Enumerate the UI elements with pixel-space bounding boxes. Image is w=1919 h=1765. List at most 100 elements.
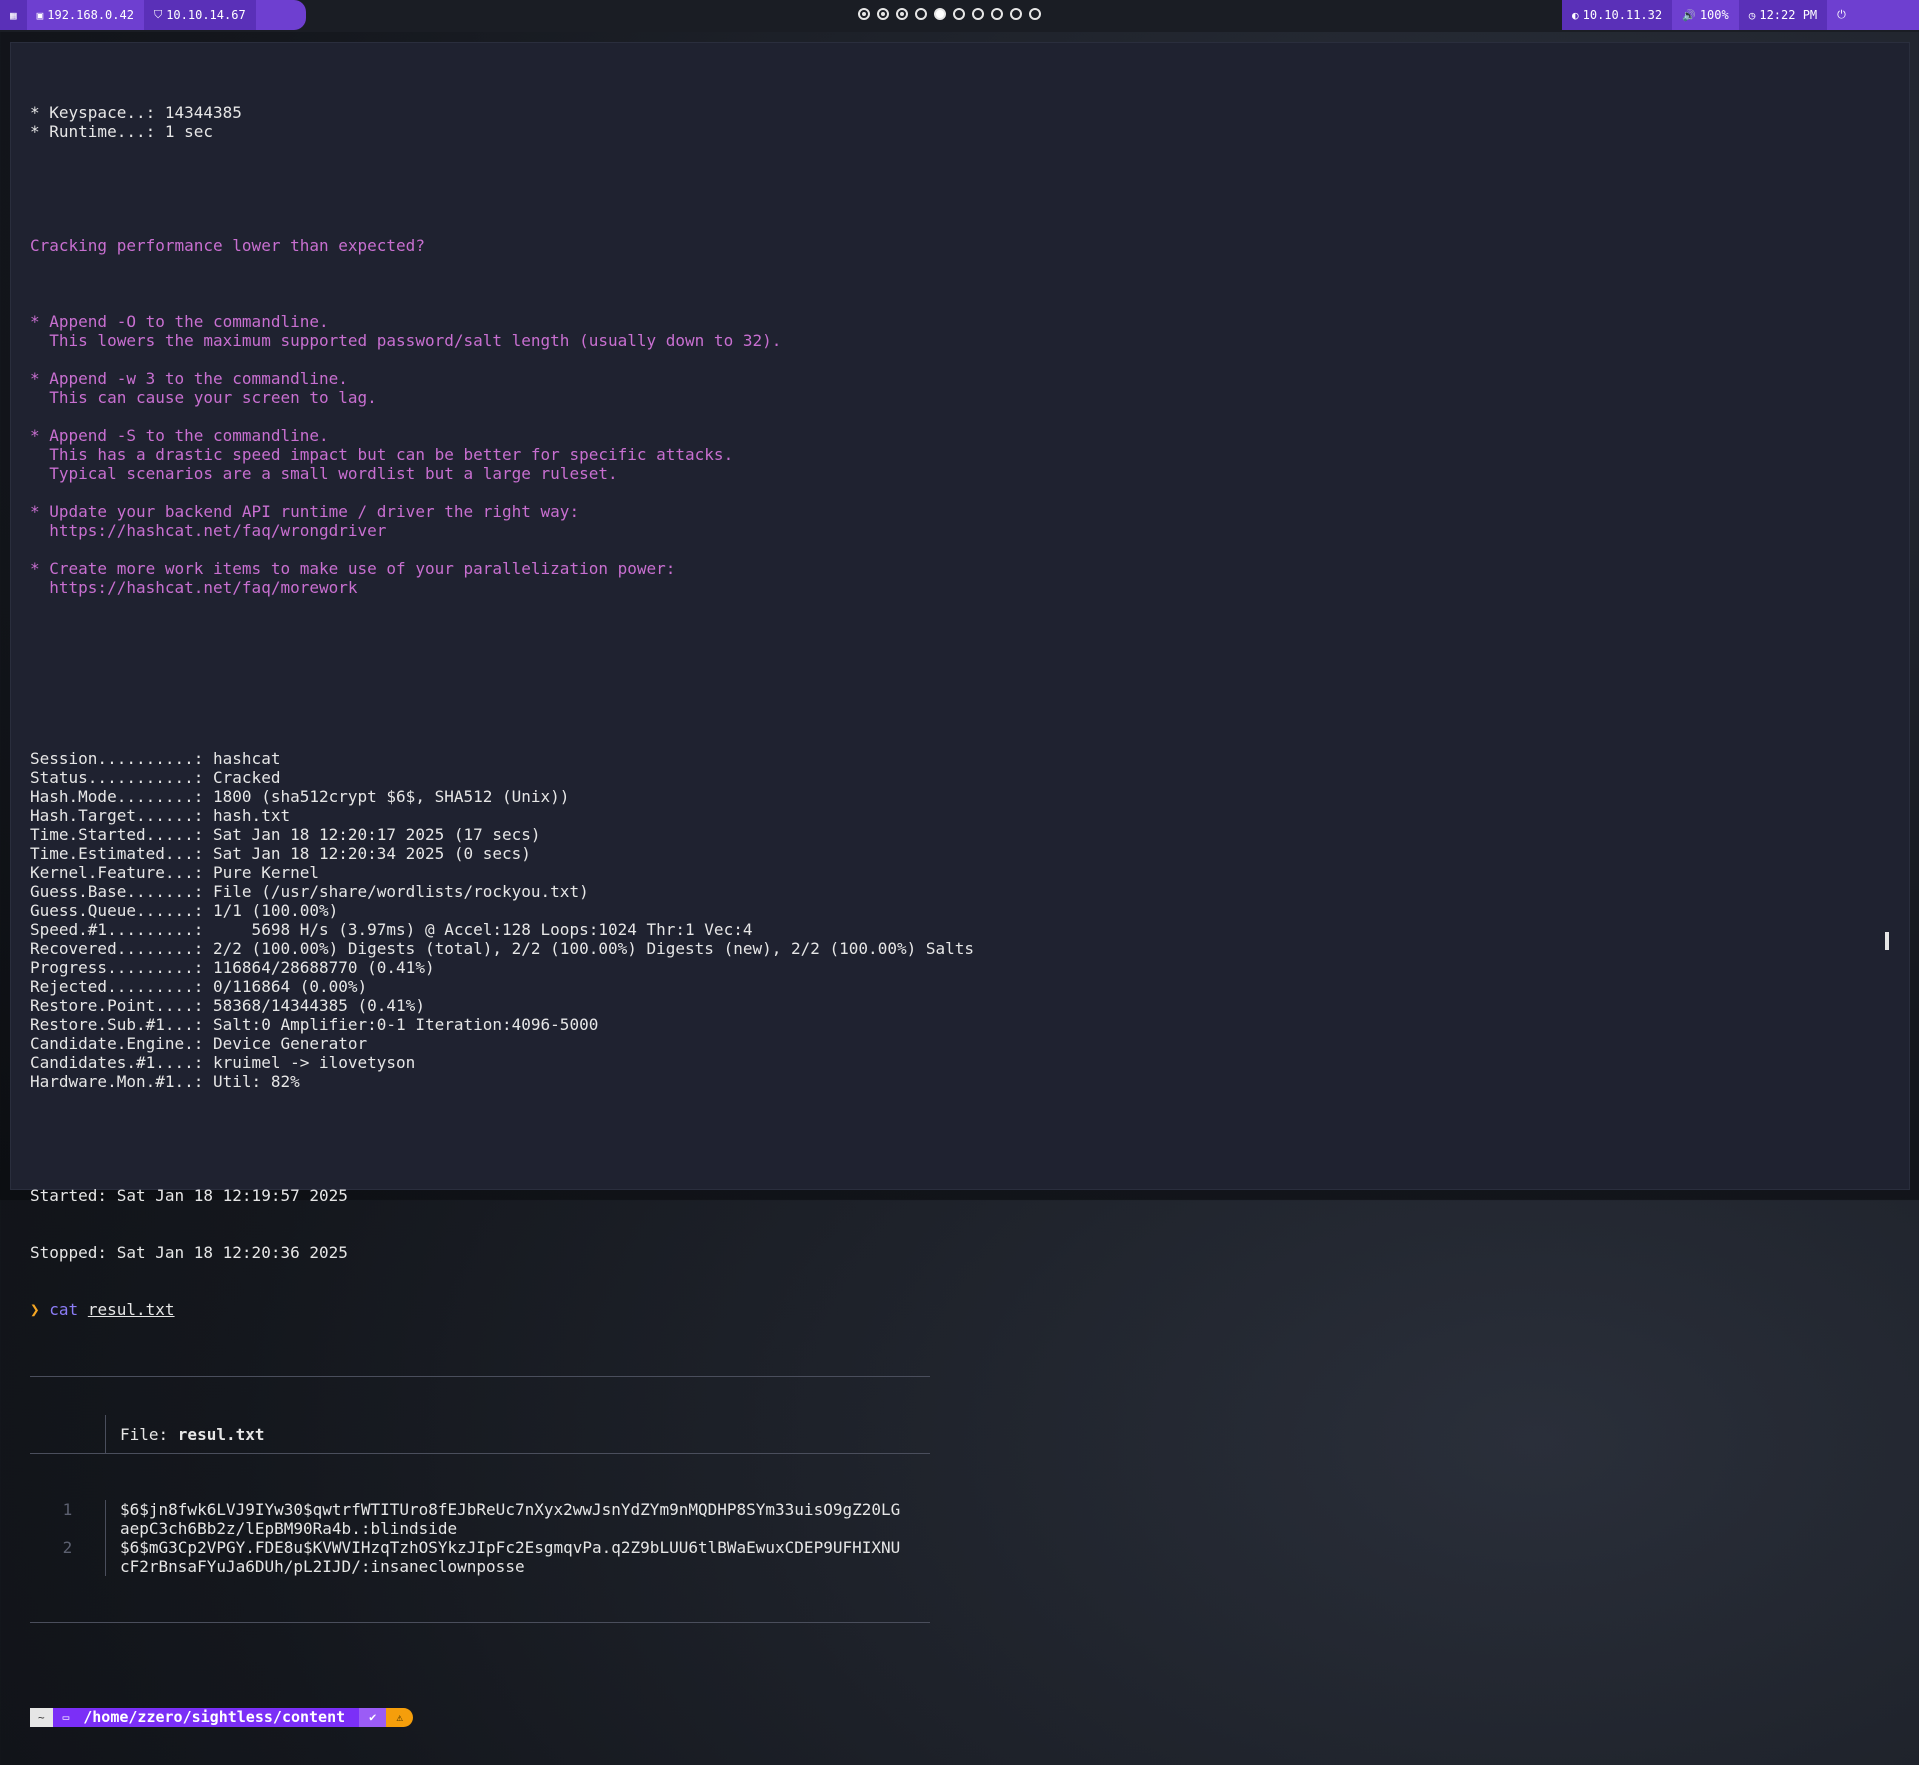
perf-warning-title: Cracking performance lower than expected…	[30, 236, 425, 255]
line-number	[30, 1557, 105, 1576]
workspace-dot-3[interactable]	[896, 8, 908, 20]
perf-tip-line: * Update your backend API runtime / driv…	[30, 502, 580, 521]
folder-icon: ▭	[62, 1711, 70, 1724]
status-line: Status...........: Cracked	[30, 768, 281, 787]
perf-tip-line: This can cause your screen to lag.	[30, 388, 377, 407]
bat-file-view: File: resul.txt 12 $6$jn8fwk6LVJ9IYw30$q…	[30, 1376, 930, 1623]
workspace-dot-2[interactable]	[877, 8, 889, 20]
file-label: File:	[120, 1424, 178, 1444]
vpn-ip-widget[interactable]: ⛉ 10.10.14.67	[143, 0, 256, 30]
status-line: Restore.Sub.#1...: Salt:0 Amplifier:0-1 …	[30, 1015, 599, 1034]
workspace-switcher	[858, 8, 1041, 20]
file-line: aepC3ch6Bb2z/lEpBM90Ra4b.:blindside	[120, 1519, 458, 1538]
hashcat-header-line: * Runtime...: 1 sec	[30, 122, 214, 141]
perf-tip-line: https://hashcat.net/faq/morework	[30, 578, 358, 597]
bat-gutter	[30, 1415, 106, 1453]
status-line: Rejected.........: 0/116864 (0.00%)	[30, 977, 368, 996]
speaker-icon: 🔊	[1682, 8, 1696, 22]
status-line: Candidates.#1....: kruimel -> ilovetyson	[30, 1053, 416, 1072]
top-bar: ▦ ▣ 192.168.0.42 ⛉ 10.10.14.67 ◐ 10.10.1…	[0, 0, 1919, 32]
clock-widget[interactable]: ◷ 12:22 PM	[1738, 0, 1828, 30]
terminal-output: * Keyspace..: 14344385 * Runtime...: 1 se…	[30, 65, 1890, 1765]
workspace-dot-9[interactable]	[1010, 8, 1022, 20]
command-arg: resul.txt	[87, 1300, 175, 1319]
local-ip-widget[interactable]: ▣ 192.168.0.42	[27, 0, 144, 30]
vpn-ip: 10.10.14.67	[166, 8, 246, 22]
file-line: $6$jn8fwk6LVJ9IYw30$qwtrfWTITUro8fEJbReU…	[120, 1500, 901, 1519]
local-ip: 192.168.0.42	[47, 8, 134, 22]
target-icon: ◐	[1572, 8, 1579, 22]
status-line: Candidate.Engine.: Device Generator	[30, 1034, 368, 1053]
command-line: ❯ cat resul.txt	[30, 1300, 1890, 1319]
prompt-home-segment: ~	[30, 1708, 53, 1727]
status-line: Recovered........: 2/2 (100.00%) Digests…	[30, 939, 975, 958]
line-number: 1	[62, 1500, 73, 1519]
perf-tip-line: This has a drastic speed impact but can …	[30, 445, 734, 464]
status-pill-left: ▦ ▣ 192.168.0.42 ⛉ 10.10.14.67	[0, 0, 306, 30]
file-name: resul.txt	[177, 1424, 265, 1444]
menu-button[interactable]: ▦	[0, 0, 27, 30]
line-number: 2	[62, 1538, 73, 1557]
line-numbers: 12	[30, 1500, 106, 1576]
prompt-arrow: ❯	[30, 1300, 40, 1319]
status-pill-right: ◐ 10.10.11.32 🔊 100% ◷ 12:22 PM ⏻	[1562, 0, 1919, 30]
terminal-window[interactable]: * Keyspace..: 14344385 * Runtime...: 1 se…	[10, 42, 1910, 1727]
clock-icon: ◷	[1748, 8, 1756, 22]
workspace-dot-7[interactable]	[972, 8, 984, 20]
workspace-dot-10[interactable]	[1029, 8, 1041, 20]
prompt-path-segment: ▭ /home/zzero/sightless/content	[52, 1708, 360, 1727]
perf-tip-line: * Append -w 3 to the commandline.	[30, 369, 348, 388]
command-name: cat	[49, 1300, 79, 1319]
file-content: $6$jn8fwk6LVJ9IYw30$qwtrfWTITUro8fEJbReU…	[106, 1500, 930, 1576]
clock-time: 12:22 PM	[1759, 8, 1818, 22]
perf-tip-line: Typical scenarios are a small wordlist b…	[30, 464, 618, 483]
workspace-dot-1[interactable]	[858, 8, 870, 20]
status-line: Time.Started.....: Sat Jan 18 12:20:17 2…	[30, 825, 541, 844]
power-button[interactable]: ⏻	[1827, 0, 1856, 30]
shield-icon: ⛉	[153, 8, 163, 21]
volume-level: 100%	[1699, 8, 1729, 22]
perf-tip-line: https://hashcat.net/faq/wrongdriver	[30, 521, 387, 540]
workspace-dot-4[interactable]	[915, 8, 927, 20]
workspace-dot-5[interactable]	[934, 8, 946, 20]
bat-header: File: resul.txt	[30, 1415, 930, 1454]
file-line: $6$mG3Cp2VPGY.FDE8u$KVWVIHzqTzhOSYkzJIpF…	[120, 1538, 901, 1557]
prompt-path-prefix: /home/zzero/sightless/	[83, 1708, 282, 1726]
perf-tip-line: * Append -S to the commandline.	[30, 426, 329, 445]
file-line: cF2rBnsaFYuJa6DUh/pL2IJD/:insaneclownpos…	[120, 1557, 525, 1576]
status-line: Hardware.Mon.#1..: Util: 82%	[30, 1072, 300, 1091]
perf-tip-line: * Append -O to the commandline.	[30, 312, 329, 331]
status-line: Progress.........: 116864/28688770 (0.41…	[30, 958, 435, 977]
status-line: Guess.Queue......: 1/1 (100.00%)	[30, 901, 339, 920]
target-ip-widget[interactable]: ◐ 10.10.11.32	[1562, 0, 1673, 30]
target-ip: 10.10.11.32	[1582, 8, 1663, 22]
started-line: Started: Sat Jan 18 12:19:57 2025	[30, 1186, 348, 1205]
workspace-dot-8[interactable]	[991, 8, 1003, 20]
grid-icon: ▦	[10, 8, 17, 22]
perf-tip-line: * Create more work items to make use of …	[30, 559, 676, 578]
bat-content: 12 $6$jn8fwk6LVJ9IYw30$qwtrfWTITUro8fEJb…	[30, 1492, 930, 1584]
shell-prompt: ~ ▭ /home/zzero/sightless/content ✔ ⚠	[30, 1708, 1890, 1727]
volume-widget[interactable]: 🔊 100%	[1672, 0, 1739, 30]
hashcat-header-line: * Keyspace..: 14344385	[30, 103, 242, 122]
prompt-status-ok: ✔	[359, 1708, 387, 1727]
scrollbar-handle[interactable]	[1885, 932, 1889, 950]
line-number	[30, 1519, 105, 1538]
status-line: Time.Estimated...: Sat Jan 18 12:20:34 2…	[30, 844, 531, 863]
status-line: Hash.Mode........: 1800 (sha512crypt $6$…	[30, 787, 570, 806]
perf-tip-line: This lowers the maximum supported passwo…	[30, 331, 782, 350]
status-line: Speed.#1.........: 5698 H/s (3.97ms) @ A…	[30, 920, 753, 939]
stopped-line: Stopped: Sat Jan 18 12:20:36 2025	[30, 1243, 348, 1262]
prompt-user-segment: ⚠	[386, 1708, 414, 1727]
workspace-dot-6[interactable]	[953, 8, 965, 20]
prompt-path-last: content	[281, 1708, 346, 1726]
status-line: Guess.Base.......: File (/usr/share/word…	[30, 882, 589, 901]
status-line: Hash.Target......: hash.txt	[30, 806, 291, 825]
monitor-icon: ▣	[36, 8, 44, 22]
status-line: Restore.Point....: 58368/14344385 (0.41%…	[30, 996, 425, 1015]
status-line: Session..........: hashcat	[30, 749, 281, 768]
